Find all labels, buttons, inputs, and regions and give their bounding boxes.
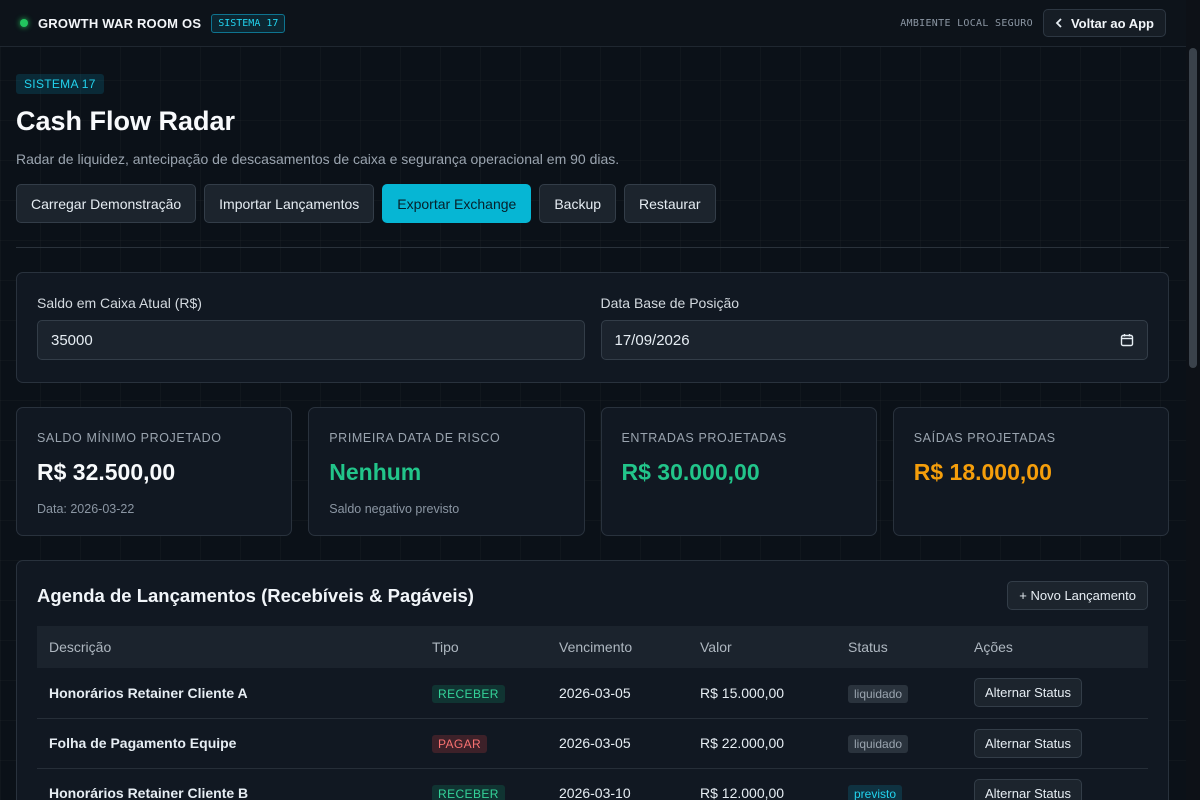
column-header[interactable]: Status: [836, 626, 962, 668]
table-header-row: Descrição Tipo Vencimento Valor Status A…: [37, 626, 1148, 668]
date-input[interactable]: 17/09/2026: [600, 320, 1148, 360]
table-row: Honorários Retainer Cliente B RECEBER 20…: [37, 768, 1148, 800]
column-header[interactable]: Vencimento: [547, 626, 688, 668]
page-title: Cash Flow Radar: [16, 106, 236, 136]
type-badge: RECEBER: [432, 684, 505, 703]
row-value: R$ 12.000,00: [688, 768, 836, 800]
scrollbar-thumb[interactable]: [1189, 48, 1197, 368]
environment-label: AMBIENTE LOCAL SEGURO: [900, 17, 1033, 29]
action-toolbar: Carregar Demonstração Importar Lançament…: [16, 184, 1169, 223]
page-scrollbar[interactable]: [1186, 0, 1200, 800]
type-badge: PAGAR: [432, 735, 488, 753]
kpi-label: SALDO MÍNIMO PROJETADO: [37, 431, 222, 445]
column-header[interactable]: Valor: [688, 626, 836, 668]
balance-input[interactable]: 35000: [37, 320, 585, 360]
status-badge: previsto: [848, 785, 903, 800]
row-due-date: 2026-03-05: [547, 718, 688, 769]
kpi-label: PRIMEIRA DATA DE RISCO: [329, 431, 501, 445]
export-exchange-button[interactable]: Exportar Exchange: [382, 184, 532, 223]
import-button[interactable]: Importar Lançamentos: [204, 184, 375, 223]
toggle-status-button[interactable]: Alternar Status: [974, 678, 1082, 708]
backup-button[interactable]: Backup: [539, 184, 617, 223]
date-value: 17/09/2026: [614, 331, 690, 349]
balance-field: Saldo em Caixa Atual (R$) 35000: [37, 295, 585, 360]
agenda-title: Agenda de Lançamentos (Recebíveis & Pagá…: [37, 584, 474, 606]
back-button-label: Voltar ao App: [1070, 15, 1154, 31]
brand-title: GROWTH WAR ROOM OS: [38, 15, 202, 31]
position-inputs-card: Saldo em Caixa Atual (R$) 35000 Data Bas…: [16, 272, 1169, 383]
row-description: Folha de Pagamento Equipe: [37, 718, 420, 769]
entries-table: Descrição Tipo Vencimento Valor Status A…: [37, 626, 1148, 800]
page-subtitle: Radar de liquidez, antecipação de descas…: [16, 151, 620, 167]
row-value: R$ 22.000,00: [688, 718, 836, 769]
kpi-projected-inflows: ENTRADAS PROJETADAS R$ 30.000,00: [600, 407, 877, 536]
kpi-label: ENTRADAS PROJETADAS: [621, 431, 787, 445]
page-system-badge: SISTEMA 17: [16, 74, 104, 94]
kpi-min-balance: SALDO MÍNIMO PROJETADO R$ 32.500,00 Data…: [16, 407, 293, 536]
row-description: Honorários Retainer Cliente A: [37, 668, 420, 719]
kpi-value: R$ 32.500,00: [37, 459, 176, 485]
main-content: SISTEMA 17 Cash Flow Radar Radar de liqu…: [16, 74, 1169, 800]
table-row: Honorários Retainer Cliente A RECEBER 20…: [37, 668, 1148, 719]
column-header[interactable]: Tipo: [420, 626, 547, 668]
column-header[interactable]: Descrição: [37, 626, 420, 668]
kpi-row: SALDO MÍNIMO PROJETADO R$ 32.500,00 Data…: [16, 407, 1169, 536]
row-due-date: 2026-03-10: [547, 768, 688, 800]
status-badge: liquidado: [848, 735, 909, 753]
date-field: Data Base de Posição 17/09/2026: [600, 295, 1148, 360]
kpi-value: Nenhum: [329, 459, 422, 485]
row-description: Honorários Retainer Cliente B: [37, 768, 420, 800]
row-value: R$ 15.000,00: [688, 668, 836, 719]
balance-label: Saldo em Caixa Atual (R$): [37, 295, 202, 311]
status-dot-icon: [20, 19, 28, 27]
load-demo-button[interactable]: Carregar Demonstração: [16, 184, 197, 223]
new-entry-button[interactable]: + Novo Lançamento: [1007, 581, 1148, 610]
kpi-first-risk-date: PRIMEIRA DATA DE RISCO Nenhum Saldo nega…: [308, 407, 585, 536]
top-bar: GROWTH WAR ROOM OS SISTEMA 17 AMBIENTE L…: [0, 0, 1186, 47]
column-header[interactable]: Ações: [962, 626, 1148, 668]
date-label: Data Base de Posição: [600, 295, 740, 311]
calendar-icon[interactable]: [1120, 333, 1134, 347]
kpi-value: R$ 30.000,00: [621, 459, 760, 485]
restore-button[interactable]: Restaurar: [624, 184, 716, 223]
status-badge: liquidado: [848, 684, 909, 703]
divider: [16, 247, 1169, 248]
toggle-status-button[interactable]: Alternar Status: [974, 778, 1082, 800]
back-to-app-button[interactable]: Voltar ao App: [1042, 9, 1166, 37]
table-row: Folha de Pagamento Equipe PAGAR 2026-03-…: [37, 718, 1148, 769]
toggle-status-button[interactable]: Alternar Status: [974, 728, 1082, 758]
kpi-value: R$ 18.000,00: [913, 459, 1052, 485]
kpi-projected-outflows: SAÍDAS PROJETADAS R$ 18.000,00: [892, 407, 1169, 536]
balance-value: 35000: [51, 331, 93, 349]
kpi-note: Saldo negativo previsto: [329, 502, 460, 516]
chevron-left-icon: [1055, 18, 1062, 28]
kpi-note: Data: 2026-03-22: [37, 502, 135, 516]
system-badge: SISTEMA 17: [211, 13, 286, 33]
type-badge: RECEBER: [432, 785, 505, 800]
kpi-label: SAÍDAS PROJETADAS: [913, 431, 1056, 445]
row-due-date: 2026-03-05: [547, 668, 688, 719]
agenda-card: Agenda de Lançamentos (Recebíveis & Pagá…: [16, 560, 1169, 800]
